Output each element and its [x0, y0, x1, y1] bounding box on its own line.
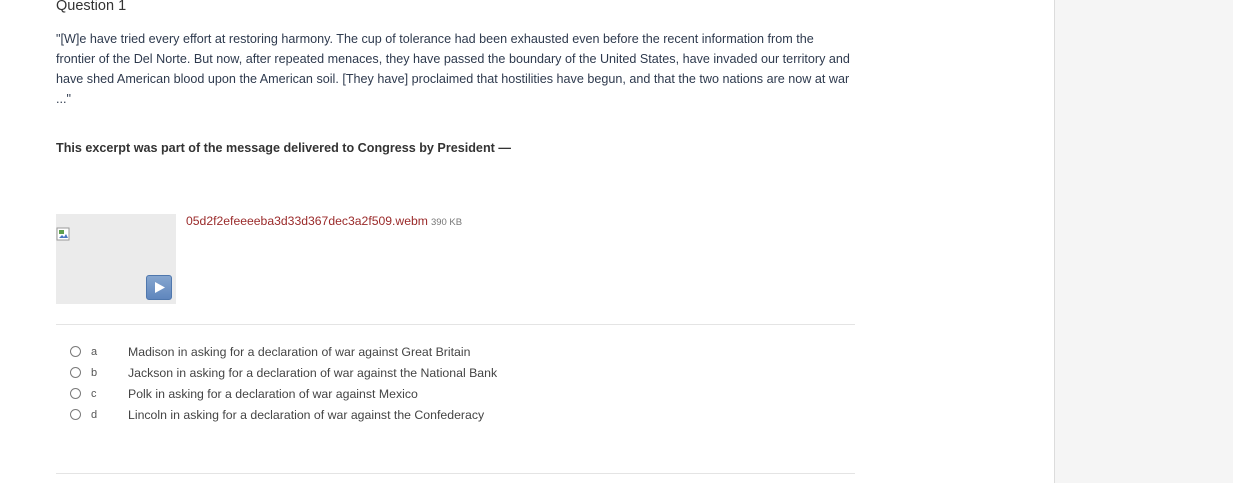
choice-c-radio[interactable]	[70, 388, 81, 399]
page: Question 1 "[W]e have tried every effort…	[0, 0, 1233, 483]
choice-a-letter: a	[91, 346, 98, 358]
choice-c-letter: c	[91, 388, 97, 400]
choice-a-text[interactable]: Madison in asking for a declaration of w…	[128, 345, 470, 359]
question-prompt: This excerpt was part of the message del…	[56, 141, 511, 155]
media-file-link[interactable]: 05d2f2efeeeeba3d33d367dec3a2f509.webm 390…	[186, 214, 462, 228]
media-file-name[interactable]: 05d2f2efeeeeba3d33d367dec3a2f509.webm	[186, 214, 428, 228]
divider-top	[56, 324, 855, 325]
choice-c-text[interactable]: Polk in asking for a declaration of war …	[128, 387, 418, 401]
video-thumbnail[interactable]	[56, 214, 176, 304]
divider-bottom	[56, 473, 855, 474]
side-panel	[1054, 0, 1233, 483]
choice-a-radio[interactable]	[70, 346, 81, 357]
choice-d-text[interactable]: Lincoln in asking for a declaration of w…	[128, 408, 484, 422]
choice-b-radio[interactable]	[70, 367, 81, 378]
choice-b-text[interactable]: Jackson in asking for a declaration of w…	[128, 366, 497, 380]
question-title: Question 1	[56, 0, 127, 14]
choice-b-letter: b	[91, 367, 98, 379]
choice-d-letter: d	[91, 409, 98, 421]
play-icon	[155, 282, 165, 293]
broken-image-icon	[56, 227, 70, 241]
media-file-size: 390 KB	[430, 217, 463, 228]
question-panel: Question 1 "[W]e have tried every effort…	[0, 0, 1054, 483]
play-button[interactable]	[146, 275, 172, 300]
choice-d-radio[interactable]	[70, 409, 81, 420]
question-passage: "[W]e have tried every effort at restori…	[56, 32, 850, 106]
